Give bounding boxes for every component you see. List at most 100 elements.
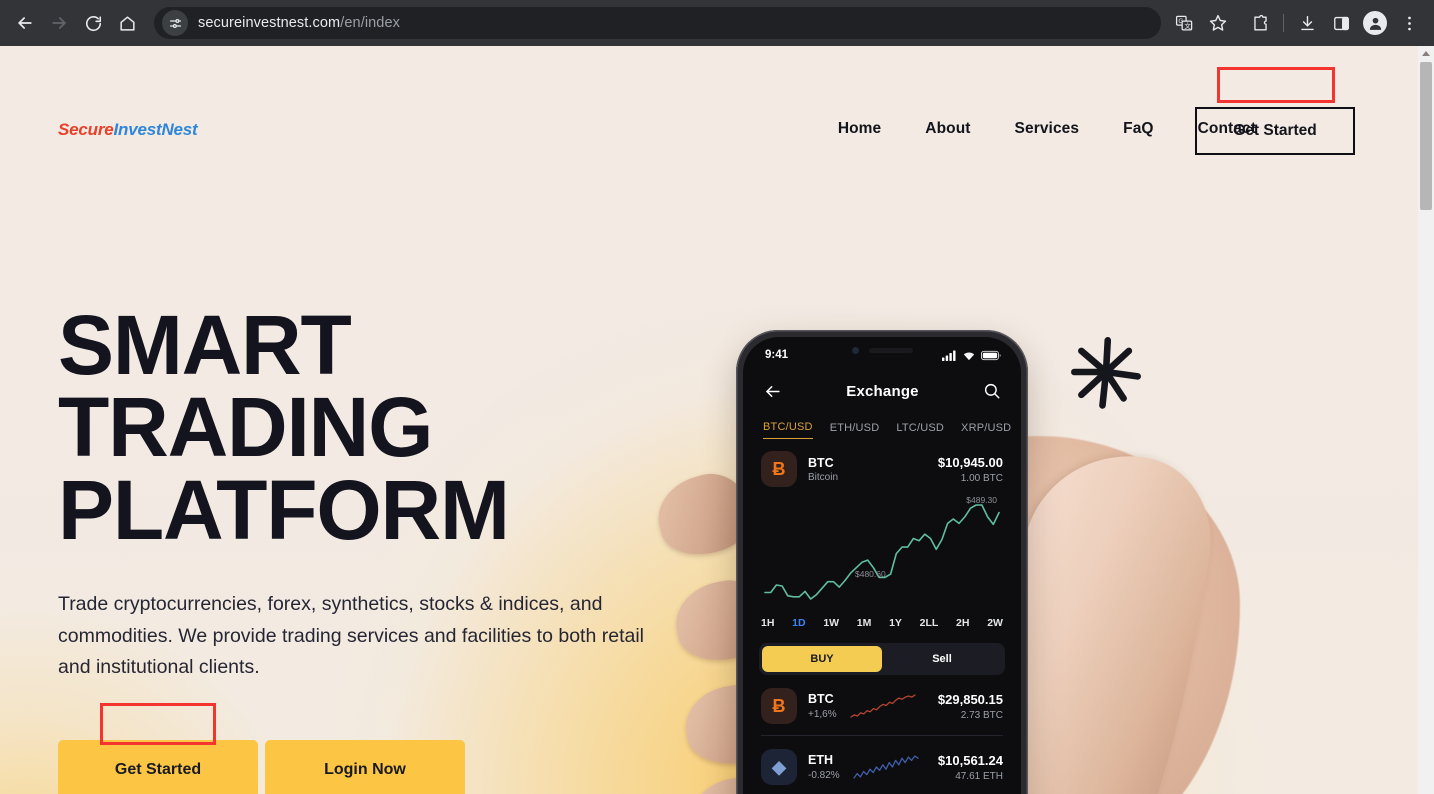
- holding-eth-symbol: ETH: [808, 753, 833, 767]
- bitcoin-icon: Ƀ: [761, 451, 797, 487]
- account-avatar-icon: [1363, 11, 1387, 35]
- phone-back-icon[interactable]: [763, 382, 782, 401]
- pair-tab-ltc-usd[interactable]: LTC/USD: [896, 422, 944, 439]
- hero-cta-group: Get Started Login Now: [58, 740, 465, 794]
- home-button[interactable]: [110, 6, 144, 40]
- browser-menu-button[interactable]: [1392, 6, 1426, 40]
- nav-item-about[interactable]: About: [925, 120, 970, 138]
- page-scrollbar[interactable]: [1418, 46, 1434, 794]
- home-icon: [119, 15, 135, 31]
- holding-eth-amount: 47.61 ETH: [955, 770, 1003, 782]
- side-panel-icon: [1333, 16, 1349, 30]
- landing-page: SecureInvestNest Home About Services FaQ…: [0, 46, 1418, 794]
- star-icon: [1209, 14, 1227, 31]
- timeframe-1d[interactable]: 1D: [792, 617, 805, 629]
- timeframe-2h[interactable]: 2H: [956, 617, 969, 629]
- pair-tab-xrp-usd[interactable]: XRP/USD: [961, 422, 1011, 439]
- holding-eth-price: $10,561.24: [937, 752, 1003, 768]
- featured-coin-name: Bitcoin: [808, 471, 839, 483]
- download-icon: [1300, 15, 1314, 30]
- ethereum-icon: ◆: [761, 749, 797, 785]
- scroll-up-button[interactable]: [1418, 46, 1434, 61]
- timeframe-2w[interactable]: 2W: [987, 617, 1003, 629]
- holding-eth-change: -0.82%: [808, 770, 840, 781]
- status-time: 9:41: [765, 349, 789, 361]
- pair-tab-btc-usd[interactable]: BTC/USD: [763, 421, 813, 439]
- forward-button[interactable]: [42, 6, 76, 40]
- chart-high-label: $489.30: [966, 495, 997, 505]
- chart-line: [764, 504, 1000, 600]
- holding-eth-names: ETH -0.82%: [808, 753, 840, 781]
- site-header: SecureInvestNest Home About Services FaQ…: [0, 46, 1418, 174]
- tune-sliders-icon: [169, 18, 181, 28]
- chart-low-label: $480.60: [855, 569, 886, 579]
- hero-get-started-button[interactable]: Get Started: [58, 740, 258, 794]
- search-icon[interactable]: [983, 382, 1001, 400]
- timeframe-1m[interactable]: 1M: [857, 617, 872, 629]
- phone-mockup-scene: 9:41 Exchange BTC/USD ETH/USD LTC/USD XR…: [640, 286, 1340, 794]
- phone-status-bar: 9:41: [743, 337, 1021, 367]
- buy-button[interactable]: BUY: [762, 646, 882, 672]
- featured-coin-names: BTC Bitcoin: [808, 456, 838, 483]
- battery-icon: [981, 350, 1001, 360]
- holding-btc-price: $29,850.15: [937, 691, 1003, 707]
- phone-app-topbar: Exchange: [743, 367, 1021, 407]
- downloads-button[interactable]: [1290, 6, 1324, 40]
- scrollbar-thumb[interactable]: [1420, 62, 1432, 210]
- timeframe-1y[interactable]: 1Y: [889, 617, 902, 629]
- browser-toolbar: secureinvestnest.com/en/index G 文: [0, 0, 1434, 46]
- status-indicators: [942, 350, 1001, 361]
- back-button[interactable]: [8, 6, 42, 40]
- main-navigation: Home About Services FaQ Contact: [838, 120, 1256, 138]
- extensions-puzzle-icon: [1253, 14, 1267, 31]
- hero-login-now-button[interactable]: Login Now: [265, 740, 465, 794]
- toolbar-icons: G 文: [1167, 6, 1426, 40]
- timeframe-1w[interactable]: 1W: [823, 617, 839, 629]
- three-dot-menu-icon: [1407, 16, 1411, 30]
- nav-item-faq[interactable]: FaQ: [1123, 120, 1153, 138]
- featured-coin-values: $10,945.00 1.00 BTC: [938, 455, 1003, 484]
- bookmark-button[interactable]: [1201, 6, 1235, 40]
- timeframe-2ll[interactable]: 2LL: [920, 617, 939, 629]
- site-settings-icon[interactable]: [162, 10, 188, 36]
- holding-btc-values: $29,850.15 2.73 BTC: [938, 692, 1003, 721]
- featured-coin-row[interactable]: Ƀ BTC Bitcoin $10,945.00 1.00 BTC: [743, 439, 1021, 487]
- holding-btc-symbol: BTC: [808, 692, 834, 706]
- featured-coin-price: $10,945.00: [937, 454, 1003, 470]
- reload-button[interactable]: [76, 6, 110, 40]
- scroll-up-arrow-icon: [1422, 50, 1430, 56]
- side-panel-button[interactable]: [1324, 6, 1358, 40]
- logo-part-secure: Secure: [58, 120, 114, 139]
- nav-item-services[interactable]: Services: [1015, 120, 1080, 138]
- translate-icon: G 文: [1175, 15, 1192, 30]
- holding-row-btc[interactable]: Ƀ BTC +1,6% $29,850.15 2.73 BTC: [743, 675, 1021, 724]
- phone-app-title: Exchange: [846, 382, 919, 400]
- sparkline-eth: [853, 755, 919, 779]
- holding-btc-names: BTC +1,6%: [808, 692, 837, 720]
- logo-part-investnest: InvestNest: [113, 120, 198, 139]
- address-bar[interactable]: secureinvestnest.com/en/index: [154, 7, 1161, 39]
- page-viewport: SecureInvestNest Home About Services FaQ…: [0, 46, 1434, 794]
- sell-button[interactable]: Sell: [882, 646, 1002, 672]
- phone-screen: 9:41 Exchange BTC/USD ETH/USD LTC/USD XR…: [743, 337, 1021, 794]
- pair-tab-eth-usd[interactable]: ETH/USD: [830, 422, 880, 439]
- url-text: secureinvestnest.com/en/index: [198, 15, 400, 31]
- featured-coin-amount: 1.00 BTC: [960, 472, 1003, 484]
- extensions-button[interactable]: [1243, 6, 1277, 40]
- holding-row-eth[interactable]: ◆ ETH -0.82% $10,561.24 47.61 ETH: [743, 736, 1021, 785]
- bitcoin-icon: Ƀ: [761, 688, 797, 724]
- wifi-icon: [963, 351, 975, 360]
- reload-icon: [85, 15, 101, 31]
- profile-button[interactable]: [1358, 6, 1392, 40]
- header-get-started-button[interactable]: Get Started: [1195, 107, 1355, 155]
- featured-coin-symbol: BTC: [808, 455, 834, 470]
- sparkline-btc: [849, 694, 916, 718]
- site-logo[interactable]: SecureInvestNest: [58, 120, 198, 140]
- timeframe-1h[interactable]: 1H: [761, 617, 774, 629]
- hero-subtitle: Trade cryptocurrencies, forex, synthetic…: [58, 593, 644, 679]
- translate-button[interactable]: G 文: [1167, 6, 1201, 40]
- trading-pair-tabs: BTC/USD ETH/USD LTC/USD XRP/USD EOS: [743, 407, 1021, 439]
- phone-device: 9:41 Exchange BTC/USD ETH/USD LTC/USD XR…: [736, 330, 1028, 794]
- toolbar-divider: [1283, 14, 1284, 32]
- nav-item-home[interactable]: Home: [838, 120, 881, 138]
